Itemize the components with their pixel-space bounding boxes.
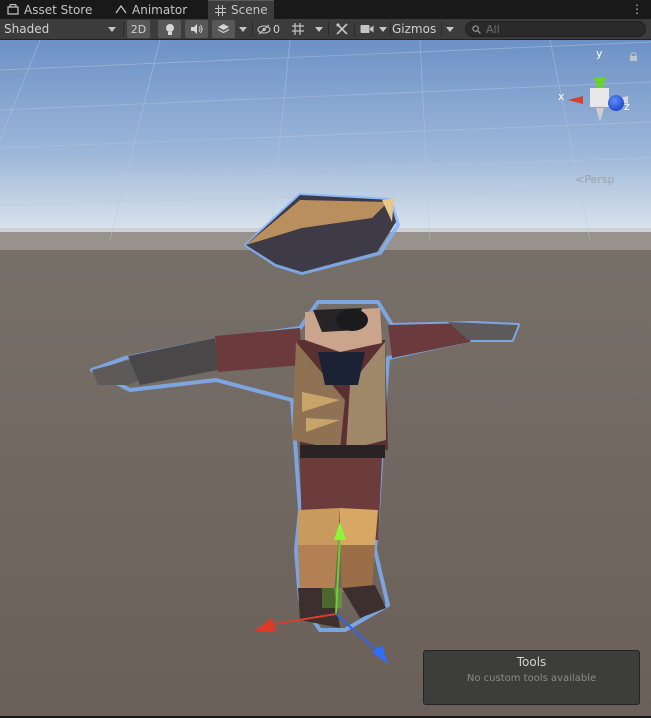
tools-overlay-message: No custom tools available — [466, 673, 597, 684]
more-menu-icon[interactable]: ⋮ — [631, 1, 643, 17]
toolbar-divider — [354, 22, 355, 36]
gizmo-z-label: z — [624, 100, 630, 113]
video-camera-icon — [360, 25, 374, 33]
gizmo-x-label: x — [558, 90, 565, 103]
speaker-icon — [191, 24, 203, 34]
2d-toggle-label: 2D — [130, 22, 147, 36]
light-bulb-icon — [165, 23, 174, 35]
gizmo-center-cube[interactable] — [590, 88, 609, 107]
effects-toggle-button[interactable] — [212, 20, 235, 38]
scene-toolbar: Shaded 2D 0 Gizmos All — [0, 19, 651, 40]
gizmos-dropdown[interactable] — [443, 20, 457, 38]
search-placeholder: All — [486, 22, 500, 36]
scene-render: y x z — [0, 40, 651, 716]
scene-viewport[interactable]: y x z <Persp — [0, 40, 651, 716]
tools-overlay-title: Tools — [516, 655, 547, 669]
tab-asset-store[interactable]: Asset Store — [6, 0, 106, 19]
audio-toggle-button[interactable] — [185, 20, 208, 38]
scene-grid-icon — [213, 4, 227, 16]
layers-icon — [217, 24, 230, 34]
scene-search-input[interactable]: All — [465, 21, 646, 37]
2d-toggle-button[interactable]: 2D — [127, 20, 150, 38]
toolbar-divider — [252, 22, 253, 36]
hidden-objects-toggle[interactable]: 0 — [255, 20, 283, 38]
tab-animator[interactable]: Animator — [114, 0, 206, 19]
draw-mode-dropdown[interactable]: Shaded — [2, 20, 119, 38]
tools-overlay-panel[interactable]: Tools No custom tools available — [423, 650, 640, 705]
gizmo-z-cone[interactable] — [608, 95, 624, 111]
effects-dropdown[interactable] — [236, 20, 250, 38]
chevron-down-icon — [446, 26, 454, 32]
projection-label: Persp — [584, 173, 615, 186]
editor-tab-bar: Asset Store Animator Scene ⋮ — [0, 0, 651, 19]
chevron-down-icon — [108, 27, 116, 32]
tab-scene[interactable]: Scene — [208, 0, 274, 19]
chevron-down-icon — [315, 26, 323, 32]
chevron-down-icon — [239, 26, 247, 32]
projection-label-icon: < — [575, 173, 585, 186]
plane-handle[interactable] — [322, 588, 342, 608]
projection-toggle[interactable]: <Persp — [575, 173, 614, 186]
tab-animator-label: Animator — [132, 2, 188, 17]
grid-toggle-button[interactable] — [286, 20, 310, 38]
tab-asset-store-label: Asset Store — [24, 2, 93, 17]
asset-store-icon — [6, 4, 20, 15]
eye-hidden-icon — [257, 24, 271, 34]
gizmos-label: Gizmos — [392, 22, 437, 36]
gizmo-y-label: y — [596, 47, 603, 60]
gizmos-button[interactable]: Gizmos — [391, 20, 439, 38]
lighting-toggle-button[interactable] — [158, 20, 181, 38]
draw-mode-value: Shaded — [4, 22, 50, 36]
tools-wrench-icon — [336, 23, 348, 35]
search-icon — [472, 24, 481, 34]
camera-dropdown[interactable] — [377, 20, 389, 38]
tools-toggle-button[interactable] — [331, 20, 353, 38]
toolbar-divider — [328, 22, 329, 36]
animator-icon — [114, 4, 128, 15]
grid-dropdown[interactable] — [312, 20, 326, 38]
tab-scene-label: Scene — [231, 3, 268, 17]
toolbar-divider — [441, 22, 442, 36]
camera-settings-button[interactable] — [357, 20, 377, 38]
hidden-count: 0 — [273, 22, 280, 36]
toolbar-divider — [123, 22, 124, 36]
chevron-down-icon — [379, 26, 387, 32]
grid-snap-icon — [292, 23, 304, 35]
